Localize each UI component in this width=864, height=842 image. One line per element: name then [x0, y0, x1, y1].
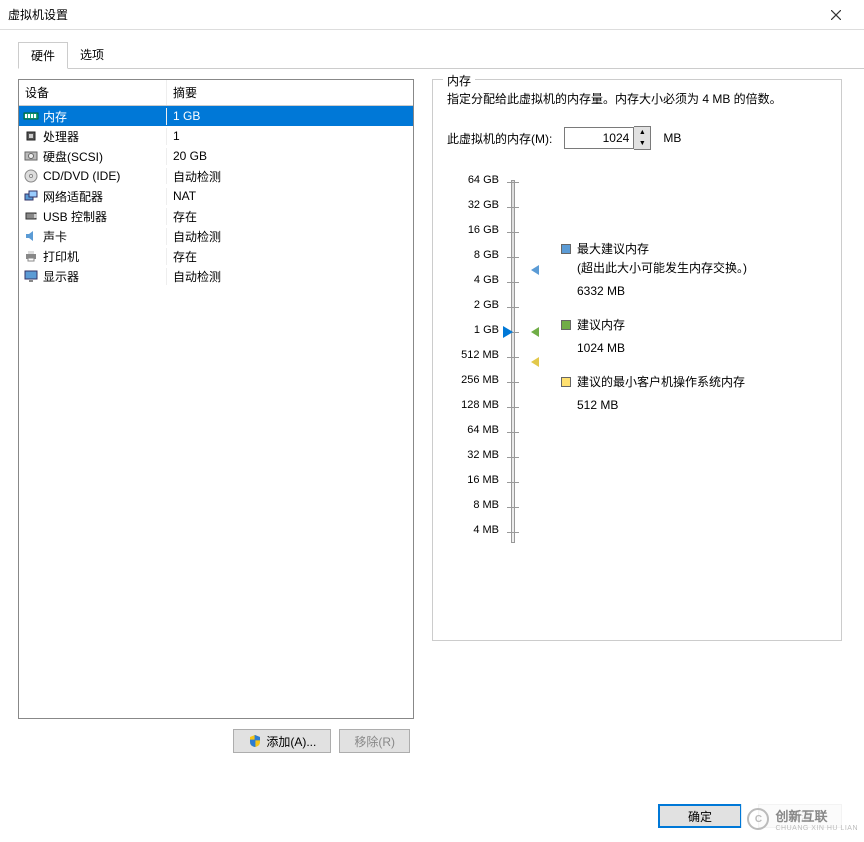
window-title: 虚拟机设置 [8, 6, 68, 23]
hw-row-snd[interactable]: 声卡自动检测 [19, 226, 413, 246]
rec-marker-icon [531, 327, 539, 337]
memory-label: 此虚拟机的内存(M): [447, 130, 552, 147]
memory-unit: MB [663, 131, 681, 145]
legend-rec-val: 1024 MB [577, 341, 827, 355]
spinner-up[interactable]: ▲ [634, 127, 650, 138]
memory-input[interactable] [564, 127, 634, 149]
close-icon [831, 10, 841, 20]
watermark: C 创新互联 CHUANG XIN HU LIAN [741, 802, 864, 836]
add-button[interactable]: 添加(A)... [233, 729, 331, 753]
usb-icon [23, 208, 39, 224]
hw-row-cd[interactable]: CD/DVD (IDE)自动检测 [19, 166, 413, 186]
tab-bar: 硬件 选项 [18, 42, 864, 69]
prn-icon [23, 248, 39, 264]
legend-min-val: 512 MB [577, 398, 827, 412]
hw-row-usb[interactable]: USB 控制器存在 [19, 206, 413, 226]
net-icon [23, 188, 39, 204]
hardware-list: 设备 摘要 内存1 GB处理器1硬盘(SCSI)20 GBCD/DVD (IDE… [18, 79, 414, 719]
cpu-icon [23, 128, 39, 144]
hw-row-disp[interactable]: 显示器自动检测 [19, 266, 413, 286]
hw-row-hdd[interactable]: 硬盘(SCSI)20 GB [19, 146, 413, 166]
hw-row-net[interactable]: 网络适配器NAT [19, 186, 413, 206]
mem-icon [23, 108, 39, 124]
hdd-icon [23, 148, 39, 164]
max-marker-icon [531, 265, 539, 275]
legend-max: 最大建议内存 [577, 240, 649, 257]
remove-button[interactable]: 移除(R) [339, 729, 410, 753]
ok-button[interactable]: 确定 [658, 804, 742, 828]
legend-rec: 建议内存 [577, 316, 625, 333]
square-green-icon [561, 320, 571, 330]
tab-hardware[interactable]: 硬件 [18, 42, 68, 69]
hw-row-mem[interactable]: 内存1 GB [19, 106, 413, 126]
tab-options[interactable]: 选项 [68, 42, 116, 68]
snd-icon [23, 228, 39, 244]
memory-legend: 内存 [443, 72, 475, 89]
hw-header-summary[interactable]: 摘要 [167, 80, 413, 105]
square-blue-icon [561, 244, 571, 254]
current-marker-icon[interactable] [503, 326, 513, 338]
hw-row-cpu[interactable]: 处理器1 [19, 126, 413, 146]
legend-max-val: 6332 MB [577, 284, 827, 298]
hw-row-prn[interactable]: 打印机存在 [19, 246, 413, 266]
legend-min: 建议的最小客户机操作系统内存 [577, 373, 745, 390]
memory-description: 指定分配给此虚拟机的内存量。内存大小必须为 4 MB 的倍数。 [447, 90, 827, 108]
shield-icon [248, 734, 262, 748]
square-yellow-icon [561, 377, 571, 387]
legend-max-sub: (超出此大小可能发生内存交换。) [577, 259, 827, 276]
spinner-down[interactable]: ▼ [634, 138, 650, 149]
cd-icon [23, 168, 39, 184]
memory-scale-labels: 64 GB32 GB16 GB8 GB4 GB2 GB1 GB512 MB256… [447, 174, 505, 549]
disp-icon [23, 268, 39, 284]
hw-header-device[interactable]: 设备 [19, 80, 167, 105]
min-marker-icon [531, 357, 539, 367]
close-button[interactable] [816, 1, 856, 29]
memory-slider[interactable] [505, 174, 521, 549]
